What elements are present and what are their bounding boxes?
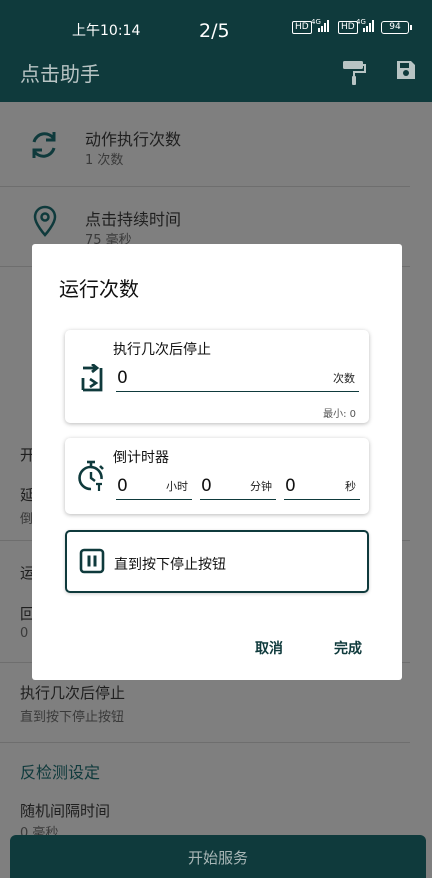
location-pin-icon bbox=[33, 205, 57, 237]
until-stop-pressed-card[interactable]: 直到按下停止按钮 bbox=[65, 530, 369, 593]
repeat-icon bbox=[81, 364, 103, 392]
stop-after-value: 直到按下停止按钮 bbox=[20, 710, 125, 725]
anti-detect-section-title: 反检测设定 bbox=[20, 763, 101, 782]
stopwatch-icon bbox=[78, 460, 104, 491]
stop-after-count-value: 0 bbox=[117, 368, 128, 388]
stop-after-title[interactable]: 执行几次后停止 bbox=[20, 682, 125, 703]
countdown-label: 倒计时器 bbox=[113, 450, 169, 466]
seconds-value: 0 bbox=[285, 476, 296, 496]
battery-icon: 94 bbox=[381, 21, 412, 34]
status-bar: 上午10:14 2/5 HD 4G HD 4G 94 bbox=[0, 0, 432, 50]
hours-input[interactable]: 0 小时 bbox=[116, 474, 192, 500]
hours-unit: 小时 bbox=[166, 480, 188, 493]
done-button[interactable]: 完成 bbox=[334, 638, 362, 658]
minutes-input[interactable]: 0 分钟 bbox=[200, 474, 276, 500]
hours-value: 0 bbox=[117, 476, 128, 496]
start-service-button[interactable]: 开始服务 bbox=[10, 835, 426, 878]
status-time: 上午10:14 bbox=[72, 23, 141, 39]
dialog-title: 运行次数 bbox=[59, 277, 139, 301]
stop-after-count-card[interactable]: 执行几次后停止 0 次数 最小: 0 bbox=[65, 330, 369, 423]
page-indicator: 2/5 bbox=[199, 20, 230, 42]
signal-bars-icon-2 bbox=[363, 20, 377, 32]
sync-icon bbox=[32, 132, 56, 158]
bg-text-zero: 0 bbox=[20, 626, 29, 641]
paint-roller-icon[interactable] bbox=[341, 58, 367, 86]
app-title: 点击助手 bbox=[20, 62, 100, 86]
action-count-value: 1 次数 bbox=[85, 153, 124, 168]
seconds-unit: 秒 bbox=[345, 480, 356, 493]
save-icon[interactable] bbox=[394, 58, 418, 82]
signal-bars-icon-1 bbox=[318, 20, 332, 32]
seconds-input[interactable]: 0 秒 bbox=[284, 474, 360, 500]
stop-after-count-input[interactable]: 0 次数 bbox=[116, 364, 359, 392]
countdown-timer-card[interactable]: 倒计时器 0 小时 0 分钟 0 秒 bbox=[65, 438, 369, 514]
random-interval-title[interactable]: 随机间隔时间 bbox=[20, 800, 110, 821]
minutes-value: 0 bbox=[201, 476, 212, 496]
cancel-button[interactable]: 取消 bbox=[255, 638, 283, 658]
minutes-unit: 分钟 bbox=[250, 480, 272, 493]
action-count-title[interactable]: 动作执行次数 bbox=[85, 126, 181, 150]
stop-after-label: 执行几次后停止 bbox=[113, 342, 211, 358]
pause-icon bbox=[79, 548, 105, 574]
click-duration-title[interactable]: 点击持续时间 bbox=[85, 206, 181, 230]
until-stop-label: 直到按下停止按钮 bbox=[114, 557, 226, 573]
hd-badge-2: HD bbox=[338, 21, 358, 34]
stop-after-count-unit: 次数 bbox=[333, 372, 355, 385]
run-count-dialog: 运行次数 执行几次后停止 0 次数 最小: 0 倒计时器 0 小时 0 分钟 0… bbox=[32, 244, 402, 680]
hd-badge-1: HD bbox=[292, 21, 312, 34]
min-value-hint: 最小: 0 bbox=[323, 409, 356, 420]
